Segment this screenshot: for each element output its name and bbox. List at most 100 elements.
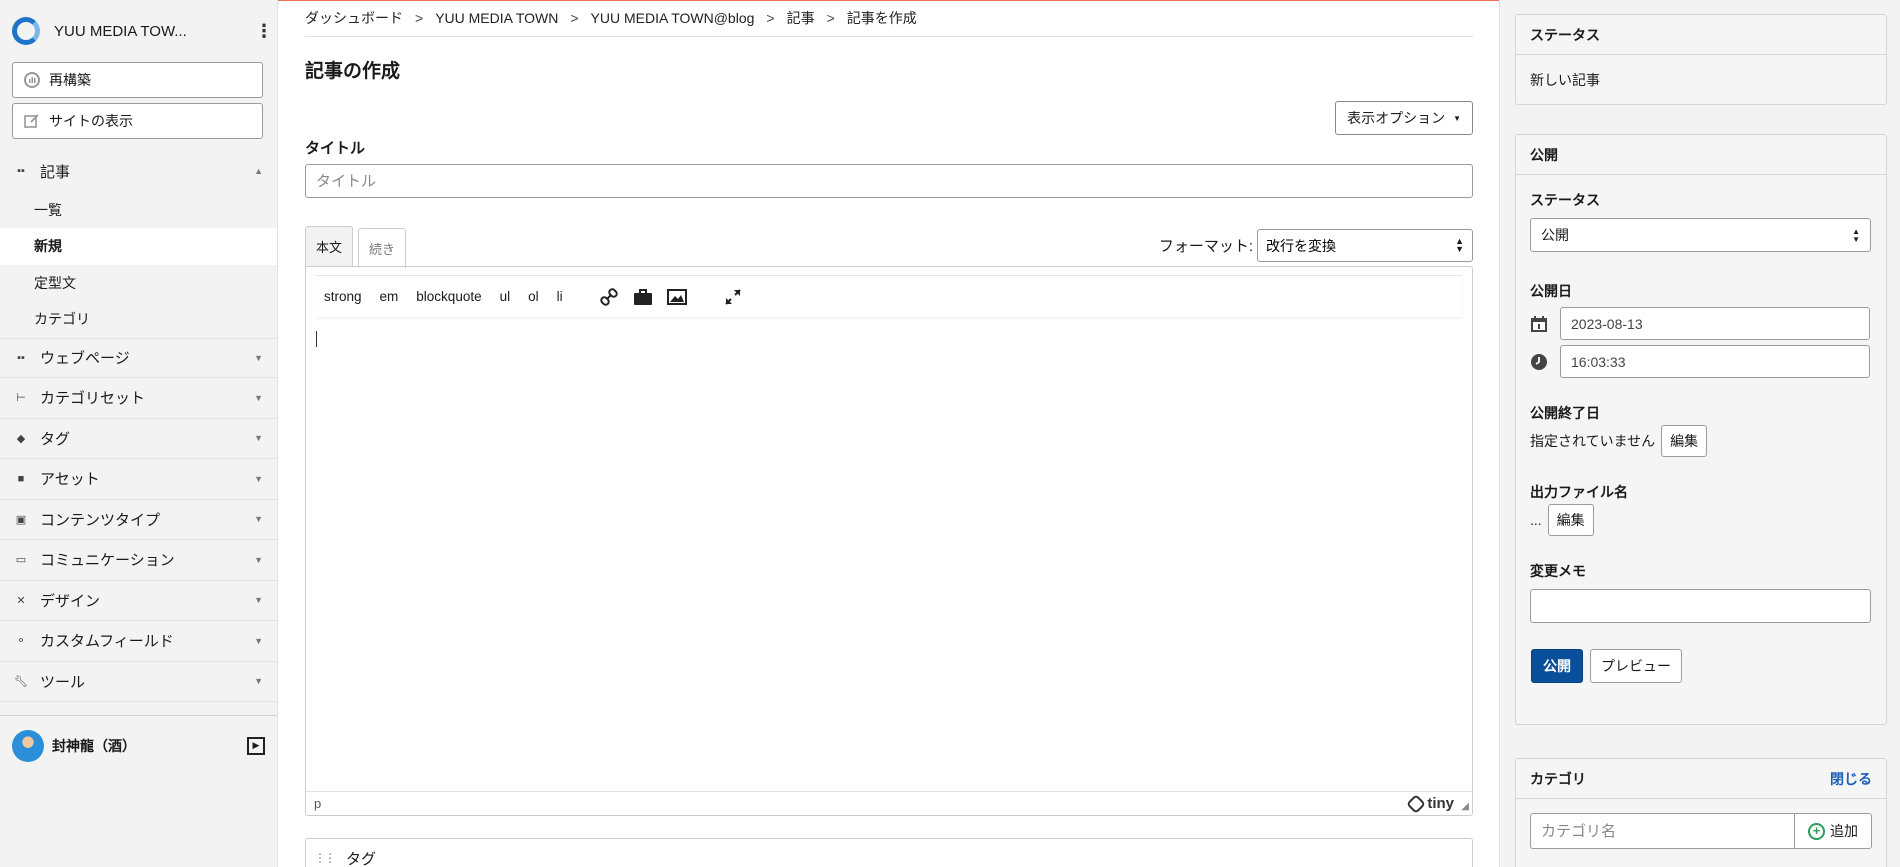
filename-label: 出力ファイル名 — [1530, 484, 1628, 500]
sidebar-item-custom-fields[interactable]: ⚬ カスタムフィールド ▼ — [0, 621, 277, 662]
sidebar-subitem-new[interactable]: 新規 — [0, 228, 277, 265]
tag-icon: ◆ — [16, 432, 26, 445]
link-icon[interactable] — [599, 287, 619, 307]
toolbar-li[interactable]: li — [557, 289, 563, 304]
category-name-input[interactable] — [1530, 813, 1794, 849]
format-label: フォーマット: — [1158, 238, 1253, 255]
category-card-header: カテゴリ 閉じる — [1516, 759, 1886, 799]
sidebar-item-communication[interactable]: ▭ コミュニケーション ▼ — [0, 540, 277, 581]
user-panel: 封神龍（酒） ▶ — [0, 715, 277, 775]
edit-filename-button[interactable]: 編集 — [1547, 504, 1594, 536]
editor-content-area[interactable] — [316, 327, 1462, 785]
image-icon[interactable] — [666, 287, 687, 307]
breadcrumb-dashboard[interactable]: ダッシュボード — [305, 8, 403, 28]
briefcase-icon[interactable] — [633, 287, 653, 307]
publish-card: 公開 ステータス 公開 ▲▼ 公開日 公開終了日 指 — [1515, 134, 1887, 725]
chevron-down-icon: ▼ — [254, 676, 263, 687]
calendar-icon[interactable] — [1530, 315, 1548, 333]
element-path[interactable]: p — [314, 796, 321, 811]
sidebar-item-webpages[interactable]: ▪▪ ウェブページ ▼ — [0, 337, 277, 378]
status-value: 新しい記事 — [1530, 72, 1600, 88]
sidebar-item-label: コミュニケーション — [40, 552, 175, 570]
caret-down-icon: ▼ — [1453, 113, 1461, 123]
chevron-down-icon: ▼ — [254, 554, 263, 565]
breadcrumb-separator: > — [570, 10, 579, 26]
publish-status-label: ステータス — [1530, 192, 1600, 208]
publish-end-value: 指定されていません — [1530, 433, 1656, 449]
breadcrumb-articles[interactable]: 記事 — [787, 8, 815, 28]
toolbar-strong[interactable]: strong — [324, 289, 362, 304]
format-select[interactable]: 改行を変換 — [1257, 229, 1473, 262]
sidebar-item-assets[interactable]: ■ アセット ▼ — [0, 459, 277, 500]
publish-date-input[interactable] — [1560, 307, 1870, 340]
plus-circle-icon: + — [1808, 822, 1825, 840]
publish-status-select[interactable]: 公開 ▲ ▼ — [1530, 218, 1871, 252]
sidebar-item-label: ウェブページ — [40, 350, 130, 368]
tiny-brand-label: tiny — [1427, 795, 1454, 812]
breadcrumb-separator: > — [826, 10, 835, 26]
breadcrumb-blog[interactable]: YUU MEDIA TOWN@blog — [591, 10, 755, 26]
filename-row: ... 編集 — [1530, 504, 1872, 536]
editor-toolbar: strong em blockquote ul ol li — [316, 275, 1462, 317]
text-cursor — [316, 331, 317, 347]
site-name[interactable]: YUU MEDIA TOW... — [54, 23, 255, 40]
title-label: タイトル — [305, 140, 366, 157]
filename-value: ... — [1530, 512, 1542, 528]
sidebar-item-content-types[interactable]: ▣ コンテンツタイプ ▼ — [0, 500, 277, 540]
tab-body[interactable]: 本文 — [305, 226, 354, 266]
memo-input[interactable] — [1530, 589, 1871, 623]
main-content: ダッシュボード > YUU MEDIA TOWN > YUU MEDIA TOW… — [305, 0, 1473, 867]
wrench-icon: 🔧︎ — [14, 675, 28, 688]
preview-button[interactable]: プレビュー — [1590, 649, 1682, 683]
rebuild-button[interactable]: 再構築 — [12, 62, 263, 98]
user-name[interactable]: 封神龍（酒） — [52, 736, 247, 756]
tiny-brand[interactable]: tiny — [1406, 793, 1454, 814]
avatar[interactable] — [12, 729, 44, 762]
sidebar-item-category-sets[interactable]: ⊢ カテゴリセット ▼ — [0, 378, 277, 419]
tab-more[interactable]: 続き — [358, 228, 407, 268]
sidebar-subitem-categories[interactable]: カテゴリ — [0, 301, 277, 338]
drag-handle-icon[interactable]: ⋮⋮ — [314, 851, 336, 865]
publish-time-input[interactable] — [1560, 345, 1870, 378]
select-arrows-icon: ▲ ▼ — [1852, 227, 1860, 244]
publish-actions: 公開 プレビュー — [1530, 649, 1872, 683]
toolbar-blockquote[interactable]: blockquote — [416, 289, 481, 304]
chevron-down-icon: ▼ — [254, 392, 263, 403]
breadcrumb-site[interactable]: YUU MEDIA TOWN — [435, 10, 558, 26]
sidebar-subitem-templates[interactable]: 定型文 — [0, 265, 277, 302]
chevron-down-icon: ▼ — [254, 352, 263, 363]
edit-end-date-button[interactable]: 編集 — [1661, 425, 1708, 457]
sidebar-item-label: ツール — [40, 673, 86, 691]
view-site-button[interactable]: サイトの表示 — [12, 103, 263, 139]
sidebar-item-tools[interactable]: 🔧︎ ツール ▼ — [0, 662, 277, 702]
sidebar-item-design[interactable]: ✕ デザイン ▼ — [0, 581, 277, 621]
sidebar-item-articles[interactable]: ▪▪ 記事 ▲ — [0, 151, 277, 192]
close-category-link[interactable]: 閉じる — [1830, 769, 1872, 789]
publish-date-row — [1530, 307, 1872, 340]
title-input[interactable] — [305, 164, 1473, 198]
category-card: カテゴリ 閉じる + 追加 — [1515, 758, 1887, 867]
more-menu-icon[interactable]: ⋮ — [255, 22, 273, 40]
display-options-button[interactable]: 表示オプション ▼ — [1335, 101, 1473, 135]
resize-handle-icon[interactable]: ◢ — [1461, 801, 1469, 812]
comment-icon: ▭ — [15, 554, 27, 567]
collapse-sidebar-icon[interactable]: ▶ — [247, 736, 265, 755]
sidebar-item-tags[interactable]: ◆ タグ ▼ — [0, 419, 277, 459]
toolbar-ol[interactable]: ol — [528, 289, 539, 304]
status-card: ステータス 新しい記事 — [1515, 14, 1887, 105]
publish-card-title: 公開 — [1516, 135, 1886, 175]
publish-button[interactable]: 公開 — [1531, 649, 1583, 683]
chevron-down-icon: ▼ — [254, 635, 263, 646]
clock-icon[interactable] — [1530, 353, 1548, 371]
sidebar-item-label: カスタムフィールド — [40, 633, 174, 651]
memo-label: 変更メモ — [1530, 563, 1586, 579]
toolbar-ul[interactable]: ul — [500, 289, 511, 304]
breadcrumb-separator: > — [766, 10, 775, 26]
fullscreen-icon[interactable] — [723, 287, 743, 307]
publish-status-value: 公開 — [1541, 227, 1569, 243]
chevron-up-icon: ▲ — [254, 166, 263, 177]
breadcrumb-separator: > — [415, 10, 424, 26]
sidebar-subitem-list[interactable]: 一覧 — [0, 192, 277, 229]
toolbar-em[interactable]: em — [380, 289, 399, 304]
add-category-button[interactable]: + 追加 — [1794, 813, 1872, 849]
